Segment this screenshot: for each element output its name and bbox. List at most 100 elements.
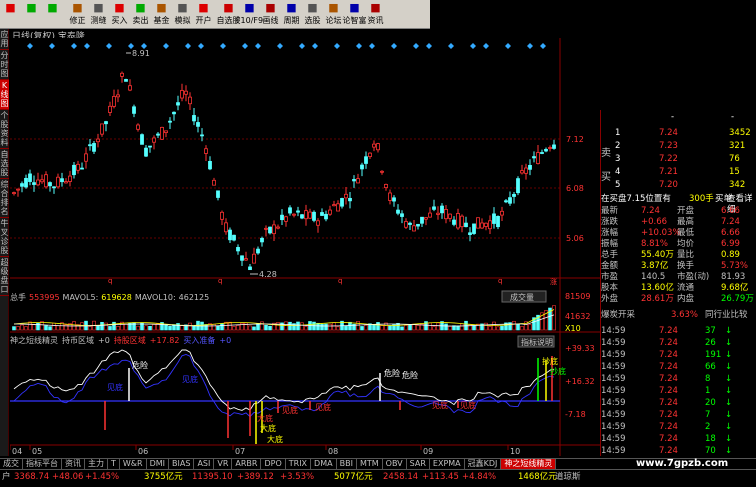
sidebar-item[interactable]: K线图 <box>0 80 9 110</box>
candle-body[interactable] <box>504 200 508 203</box>
candle-body[interactable] <box>256 248 260 254</box>
candle-body[interactable] <box>508 197 512 204</box>
candle-body[interactable] <box>60 178 64 183</box>
candle-body[interactable] <box>220 211 224 220</box>
candle-body[interactable] <box>64 181 68 184</box>
candle-body[interactable] <box>28 173 32 182</box>
sidebar-item[interactable]: 自选股 <box>0 149 9 179</box>
candle-body[interactable] <box>176 102 180 106</box>
candle-body[interactable] <box>516 178 520 194</box>
candle-body[interactable] <box>284 216 288 222</box>
candle-body[interactable] <box>480 222 484 229</box>
candle-body[interactable] <box>244 258 248 261</box>
candle-body[interactable] <box>96 138 100 143</box>
candle-body[interactable] <box>148 145 152 148</box>
toolbar-button[interactable]: ■ <box>21 0 42 29</box>
toolbar-button[interactable]: ■ 选股 <box>302 0 323 29</box>
candle-body[interactable] <box>488 220 492 230</box>
candle-body[interactable] <box>144 147 148 157</box>
tab-indicator[interactable]: DMA <box>311 459 337 469</box>
candle-body[interactable] <box>32 182 36 185</box>
toolbar-button[interactable]: ■ 测缝 <box>88 0 109 29</box>
candle-body[interactable] <box>344 193 348 199</box>
candle-body[interactable] <box>48 182 52 187</box>
candle-body[interactable] <box>372 143 376 148</box>
candle-body[interactable] <box>520 170 524 174</box>
candle-body[interactable] <box>212 179 216 186</box>
candle-body[interactable] <box>184 90 188 95</box>
candle-body[interactable] <box>340 198 344 207</box>
candle-body[interactable] <box>404 221 408 228</box>
sidebar-item[interactable]: 超级盘口 <box>0 257 9 296</box>
candle-body[interactable] <box>476 217 480 229</box>
candle-body[interactable] <box>128 85 132 91</box>
candle-body[interactable] <box>52 186 56 189</box>
candle-body[interactable] <box>264 227 268 230</box>
sidebar-item[interactable]: 应用 <box>0 29 9 50</box>
candle-body[interactable] <box>484 222 488 227</box>
candle-body[interactable] <box>360 164 364 170</box>
candle-body[interactable] <box>304 210 308 220</box>
toolbar-button[interactable]: ■ 论坛 <box>323 0 344 29</box>
candle-body[interactable] <box>88 144 92 147</box>
candle-body[interactable] <box>308 211 312 219</box>
candle-body[interactable] <box>472 223 476 234</box>
candle-body[interactable] <box>228 229 232 241</box>
candle-body[interactable] <box>56 176 60 188</box>
candle-body[interactable] <box>468 232 472 235</box>
candle-body[interactable] <box>456 213 460 229</box>
candle-body[interactable] <box>328 209 332 215</box>
candle-body[interactable] <box>20 183 24 187</box>
tab-indicator[interactable]: BIAS <box>169 459 195 469</box>
sidebar-item[interactable]: 牛叉诊股 <box>0 218 9 257</box>
sidebar-item[interactable]: 分时图 <box>0 50 9 80</box>
candle-body[interactable] <box>196 122 200 127</box>
candle-body[interactable] <box>72 164 76 176</box>
candle-body[interactable] <box>348 197 352 202</box>
candle-body[interactable] <box>232 234 236 241</box>
toolbar-button[interactable]: ■ 基金 <box>151 0 172 29</box>
candle-body[interactable] <box>540 152 544 154</box>
tab-indicator[interactable]: EXPMA <box>430 459 465 469</box>
candle-body[interactable] <box>332 204 336 207</box>
candle-body[interactable] <box>40 179 44 183</box>
tab-indicator[interactable]: DMI <box>147 459 170 469</box>
candle-body[interactable] <box>272 224 276 235</box>
candle-body[interactable] <box>300 214 304 219</box>
candle-body[interactable] <box>84 153 88 162</box>
tab-indicator[interactable]: 神之短线精灵 <box>501 459 557 469</box>
candle-body[interactable] <box>448 213 452 219</box>
candle-body[interactable] <box>380 170 384 173</box>
candle-body[interactable] <box>208 161 212 170</box>
tab-indicator[interactable]: MTM <box>357 459 383 469</box>
toolbar-button[interactable]: ■ 模拟 <box>172 0 193 29</box>
candle-body[interactable] <box>492 213 496 224</box>
candle-body[interactable] <box>424 217 428 220</box>
candle-body[interactable] <box>200 134 204 137</box>
candle-body[interactable] <box>152 137 156 143</box>
candle-body[interactable] <box>460 215 464 228</box>
candle-body[interactable] <box>376 143 380 151</box>
candle-body[interactable] <box>100 123 104 135</box>
toolbar-button[interactable]: ■ 卖出 <box>130 0 151 29</box>
candle-body[interactable] <box>92 143 96 152</box>
candle-body[interactable] <box>124 79 128 82</box>
candle-body[interactable] <box>36 179 40 186</box>
candle-body[interactable] <box>512 194 516 197</box>
candle-body[interactable] <box>160 126 164 140</box>
toolbar-button[interactable]: ■ <box>42 0 63 29</box>
candle-body[interactable] <box>188 96 192 105</box>
candle-body[interactable] <box>536 152 540 164</box>
candle-body[interactable] <box>420 216 424 224</box>
candle-body[interactable] <box>352 179 356 182</box>
toolbar-button[interactable]: ■ 开户 <box>193 0 214 29</box>
candle-body[interactable] <box>68 175 72 182</box>
candle-body[interactable] <box>276 226 280 229</box>
candle-body[interactable] <box>116 94 120 98</box>
candle-body[interactable] <box>172 111 176 115</box>
candle-body[interactable] <box>252 253 256 264</box>
sidebar-item[interactable]: 个股资料 <box>0 110 9 149</box>
tab-indicator[interactable]: SAR <box>407 459 430 469</box>
candle-body[interactable] <box>112 96 116 107</box>
candle-body[interactable] <box>16 188 20 191</box>
